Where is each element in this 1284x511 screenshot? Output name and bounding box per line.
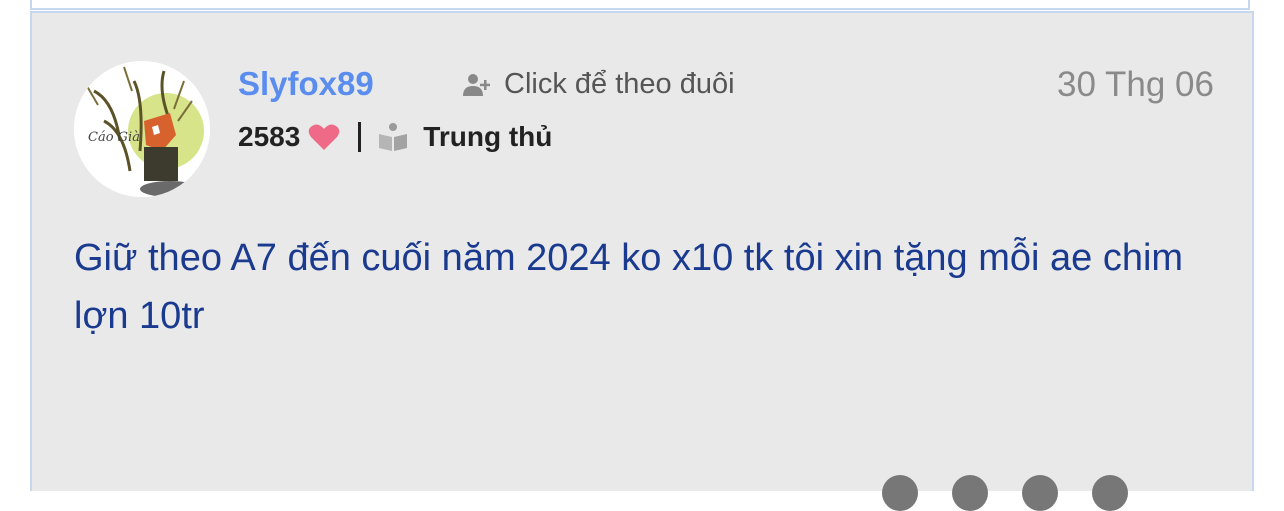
book-icon [379,123,408,151]
username-link[interactable]: Slyfox89 [238,65,374,103]
follow-button[interactable]: Click để theo đuôi [462,68,735,101]
follow-label: Click để theo đuôi [504,68,735,100]
post-actions [882,475,1128,511]
more-icon[interactable] [1092,475,1128,511]
avatar[interactable]: Cáo Già [74,61,210,197]
post-content: Giữ theo A7 đến cuối năm 2024 ko x10 tk … [74,237,1184,337]
comment-icon[interactable] [952,475,988,511]
heart-icon [309,124,340,150]
post-date: 30 Thg 06 [1057,65,1214,104]
avatar-image: Cáo Già [74,61,210,197]
share-icon[interactable] [1022,475,1058,511]
add-user-icon [463,73,490,96]
previous-post-card [30,0,1250,10]
user-meta: 2583 Trung thủ [238,121,552,153]
reaction-icon[interactable] [882,475,918,511]
avatar-signature: Cáo Già [88,130,140,145]
rank-label: Trung thủ [423,121,553,152]
meta-divider [358,122,362,152]
post-card: Cáo Già Slyfox89 Click để theo đuôi 30 T… [30,11,1254,511]
likes-count: 2583 [238,121,301,152]
